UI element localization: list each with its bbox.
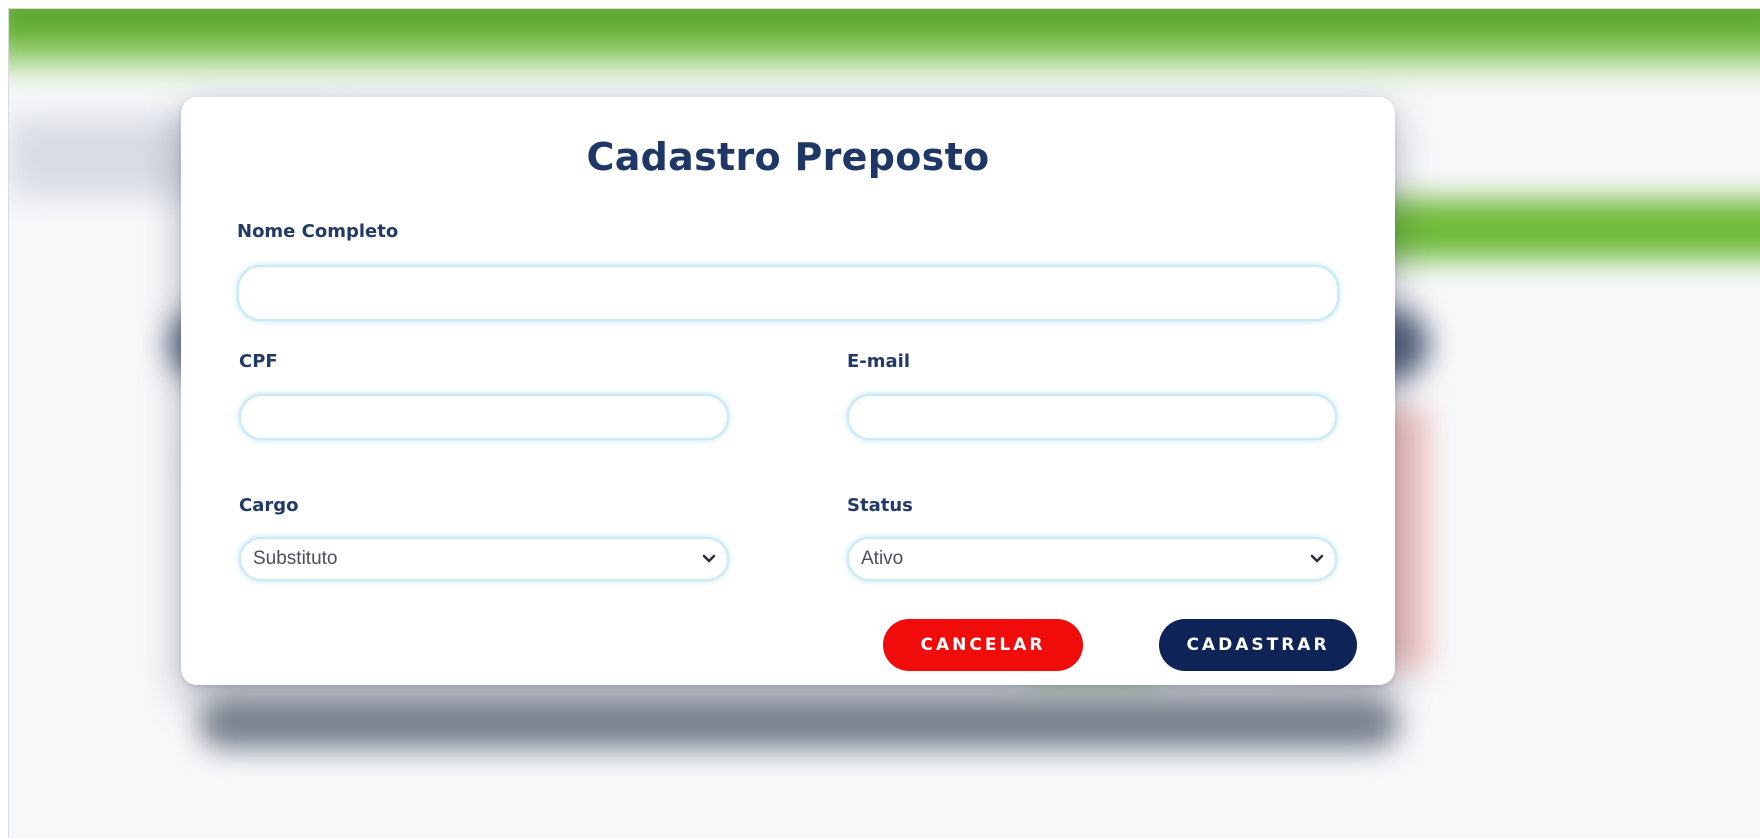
cancel-button-label: CANCELAR <box>920 635 1046 655</box>
cargo-select[interactable]: Substituto <box>239 537 729 581</box>
chevron-down-icon <box>1309 551 1325 567</box>
email-label: E-mail <box>847 351 911 372</box>
register-button[interactable]: CADASTRAR <box>1159 619 1357 671</box>
background-green-button <box>1349 199 1760 259</box>
status-label: Status <box>847 495 913 516</box>
background-top-bar <box>9 9 1760 77</box>
register-button-label: CADASTRAR <box>1186 635 1330 655</box>
email-input[interactable] <box>847 394 1337 440</box>
cargo-selected-value: Substituto <box>253 548 338 569</box>
app-window: Cadastro Preposto Nome Completo CPF E-ma… <box>8 8 1760 838</box>
nome-completo-label: Nome Completo <box>237 221 399 242</box>
status-select[interactable]: Ativo <box>847 537 1337 581</box>
chevron-down-icon <box>701 551 717 567</box>
background-shadow <box>199 699 1399 749</box>
status-selected-value: Ativo <box>861 548 904 569</box>
nome-completo-input[interactable] <box>237 265 1339 321</box>
cancel-button[interactable]: CANCELAR <box>883 619 1083 671</box>
cargo-label: Cargo <box>239 495 299 516</box>
modal-title: Cadastro Preposto <box>586 135 990 179</box>
register-modal: Cadastro Preposto Nome Completo CPF E-ma… <box>181 97 1395 685</box>
cpf-label: CPF <box>239 351 278 372</box>
cpf-input[interactable] <box>239 394 729 440</box>
